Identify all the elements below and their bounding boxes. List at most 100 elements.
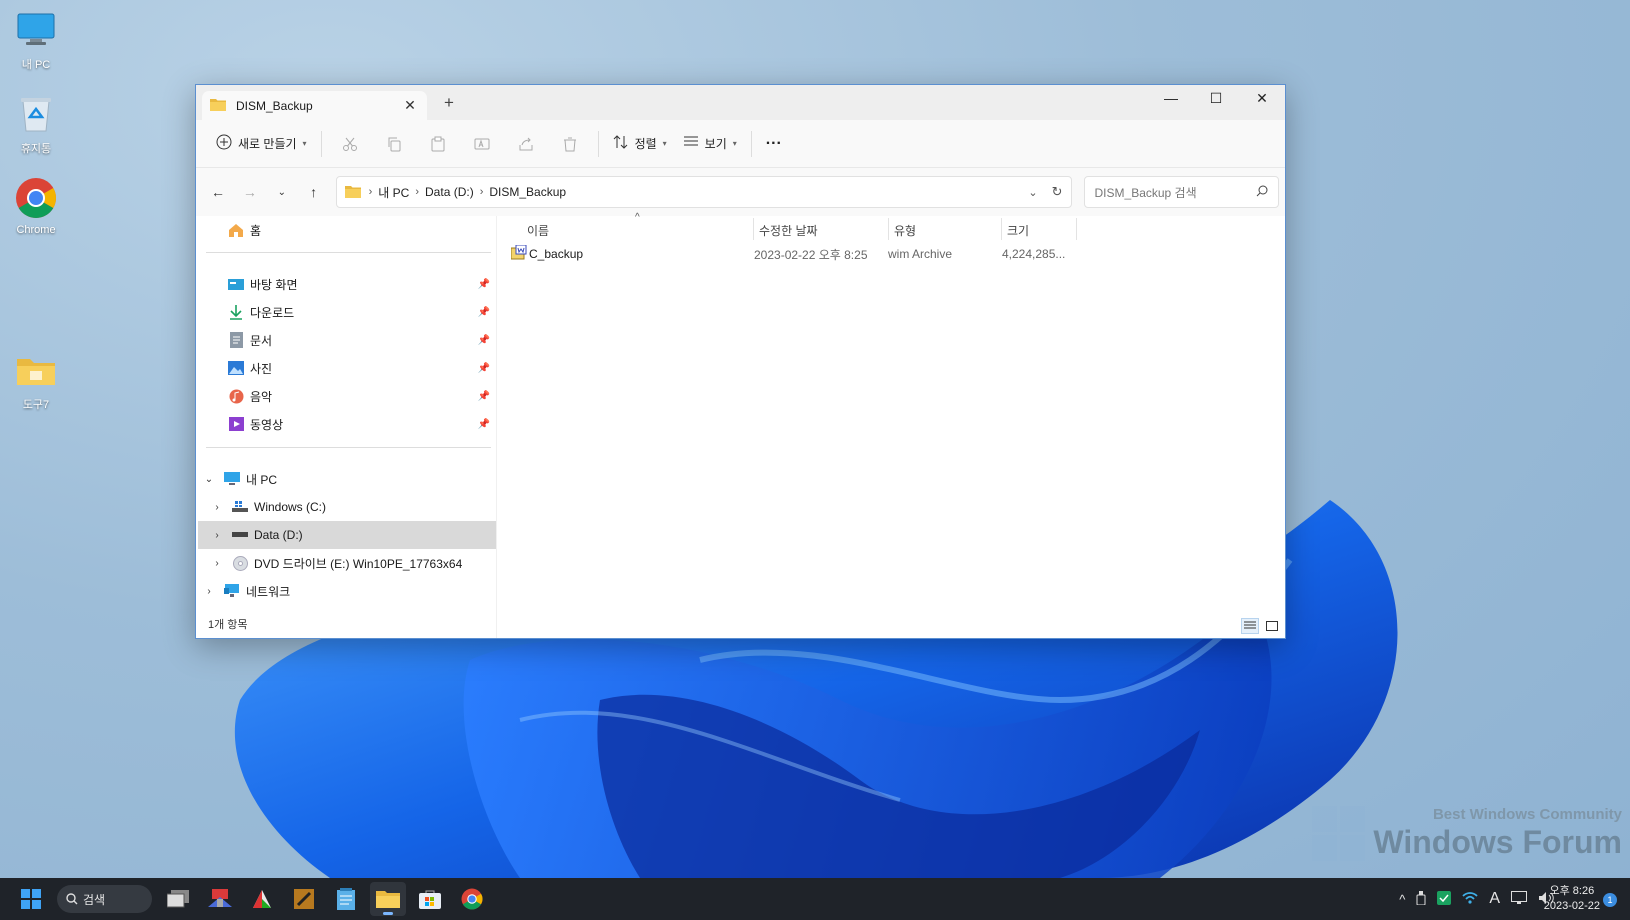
taskbar-app-notepad[interactable] xyxy=(328,882,364,916)
dvd-icon xyxy=(232,555,248,571)
tab-dism-backup[interactable]: DISM_Backup ✕ xyxy=(202,91,427,120)
refresh-icon[interactable]: ↻ xyxy=(1052,184,1063,200)
desktop-icon-recycle-bin[interactable]: 휴지통 xyxy=(6,92,66,156)
chevron-right-icon[interactable]: › xyxy=(210,558,224,569)
chevron-down-icon: ▾ xyxy=(732,139,737,148)
chevron-up-icon[interactable]: ^ xyxy=(1399,892,1405,907)
new-tab-button[interactable]: + xyxy=(444,93,454,113)
notification-badge[interactable]: 1 xyxy=(1603,893,1617,907)
documents-icon xyxy=(228,332,244,348)
sidebar-item-pictures[interactable]: 사진 📌 xyxy=(196,354,496,382)
cut-icon[interactable] xyxy=(335,128,365,160)
column-divider[interactable] xyxy=(1076,218,1077,240)
taskbar-search-label: 검색 xyxy=(83,892,106,907)
breadcrumb-separator[interactable]: › xyxy=(369,186,373,198)
forward-button[interactable]: → xyxy=(234,178,266,206)
column-header-size[interactable]: 크기 xyxy=(1007,216,1029,244)
chevron-down-icon: ▾ xyxy=(302,139,307,148)
taskbar-app-tool2[interactable] xyxy=(244,882,280,916)
search-box[interactable]: DISM_Backup 검색 xyxy=(1083,176,1279,208)
desktop-icon-tools-folder[interactable]: 도구7 xyxy=(6,348,66,412)
details-view-button[interactable] xyxy=(1241,618,1259,634)
column-divider[interactable] xyxy=(888,218,889,240)
copy-icon[interactable] xyxy=(379,128,409,160)
sidebar-item-downloads[interactable]: 다운로드 📌 xyxy=(196,298,496,326)
sidebar-item-this-pc[interactable]: ⌄ 내 PC xyxy=(196,465,496,493)
sidebar-item-data-d[interactable]: › Data (D:) xyxy=(198,521,497,549)
column-divider[interactable] xyxy=(753,218,754,240)
column-divider[interactable] xyxy=(1001,218,1002,240)
sidebar-item-videos[interactable]: 동영상 📌 xyxy=(196,410,496,438)
chevron-right-icon[interactable]: › xyxy=(210,530,224,541)
status-bar-count: 1개 항목 xyxy=(208,619,248,631)
security-shield-icon[interactable] xyxy=(1437,890,1452,908)
share-icon[interactable] xyxy=(511,128,541,160)
breadcrumb-separator[interactable]: › xyxy=(415,186,419,198)
taskbar-app-tool1[interactable] xyxy=(202,882,238,916)
breadcrumb-separator[interactable]: › xyxy=(480,186,484,198)
breadcrumb-data-drive[interactable]: Data (D:) xyxy=(425,185,474,199)
desktop-icon-chrome[interactable]: Chrome xyxy=(6,176,66,236)
usb-icon[interactable] xyxy=(1416,890,1426,908)
pin-icon[interactable]: 📌 xyxy=(478,335,490,346)
desktop-icon-label: 도구7 xyxy=(22,399,50,411)
taskbar-search[interactable]: 검색 xyxy=(57,885,152,913)
pin-icon[interactable]: 📌 xyxy=(478,419,490,430)
taskbar-app-store[interactable] xyxy=(412,882,448,916)
rename-icon[interactable] xyxy=(467,128,497,160)
pin-icon[interactable]: 📌 xyxy=(478,363,490,374)
sidebar-item-documents[interactable]: 문서 📌 xyxy=(196,326,496,354)
maximize-button[interactable]: ☐ xyxy=(1193,85,1239,111)
recent-locations-button[interactable]: ⌄ xyxy=(266,178,298,206)
file-row[interactable]: C_backup 2023-02-22 오후 8:25 wim Archive … xyxy=(510,242,1089,266)
title-bar[interactable]: DISM_Backup ✕ + — ☐ ✕ xyxy=(196,85,1285,120)
chevron-right-icon[interactable]: › xyxy=(202,586,216,597)
breadcrumb-dism-backup[interactable]: DISM_Backup xyxy=(489,185,566,199)
monitor-icon xyxy=(224,471,240,487)
windows-drive-icon xyxy=(232,499,248,515)
paste-icon[interactable] xyxy=(423,128,453,160)
desktop-icon-this-pc[interactable]: 내 PC xyxy=(6,8,66,72)
column-header-type[interactable]: 유형 xyxy=(894,216,916,244)
tab-close-button[interactable]: ✕ xyxy=(401,97,419,114)
taskbar-app-tool3[interactable] xyxy=(286,882,322,916)
chevron-down-icon[interactable]: ⌄ xyxy=(202,474,216,485)
task-view-button[interactable] xyxy=(160,882,196,916)
sidebar-item-music[interactable]: 음악 📌 xyxy=(196,382,496,410)
file-name: C_backup xyxy=(529,247,584,261)
close-button[interactable]: ✕ xyxy=(1239,85,1285,111)
sidebar-item-network[interactable]: › 네트워크 xyxy=(196,577,496,605)
chevron-right-icon[interactable]: › xyxy=(210,502,224,513)
breadcrumb-this-pc[interactable]: 내 PC xyxy=(378,184,409,201)
sidebar-item-home[interactable]: 홈 xyxy=(196,216,496,244)
column-header-modified[interactable]: 수정한 날짜 xyxy=(759,216,818,244)
partition-app-icon xyxy=(253,890,271,908)
taskbar-clock[interactable]: 오후 8:26 2023-02-22 xyxy=(1544,884,1600,914)
sidebar-item-desktop[interactable]: 바탕 화면 📌 xyxy=(196,270,496,298)
sidebar-item-dvd-e[interactable]: › DVD 드라이브 (E:) Win10PE_17763x64 xyxy=(196,549,496,577)
pin-icon[interactable]: 📌 xyxy=(478,307,490,318)
display-icon[interactable] xyxy=(1511,890,1527,908)
more-options-button[interactable]: ··· xyxy=(758,128,790,160)
minimize-button[interactable]: — xyxy=(1148,85,1194,111)
pin-icon[interactable]: 📌 xyxy=(478,279,490,290)
windows-logo-icon xyxy=(21,889,41,909)
new-item-button[interactable]: 새로 만들기 ▾ xyxy=(208,128,315,160)
taskbar-app-file-explorer[interactable] xyxy=(370,882,406,916)
column-header-name[interactable]: 이름 xyxy=(527,216,549,244)
taskbar-app-chrome[interactable] xyxy=(454,882,490,916)
up-button[interactable]: ↑ xyxy=(298,178,330,206)
start-button[interactable] xyxy=(13,882,49,916)
sort-button[interactable]: 정렬 ▾ xyxy=(605,128,675,160)
sidebar-item-label: 동영상 xyxy=(250,417,284,432)
large-icons-view-button[interactable] xyxy=(1263,618,1281,634)
network-status-icon[interactable] xyxy=(1462,891,1478,908)
delete-icon[interactable] xyxy=(555,128,585,160)
input-method-indicator[interactable]: A xyxy=(1489,890,1500,908)
sidebar-item-windows-c[interactable]: › Windows (C:) xyxy=(196,493,496,521)
view-button[interactable]: 보기 ▾ xyxy=(675,128,745,160)
address-dropdown-icon[interactable]: ⌄ xyxy=(1028,186,1037,199)
back-button[interactable]: ← xyxy=(202,178,234,206)
address-bar[interactable]: › 내 PC › Data (D:) › DISM_Backup ⌄ ↻ xyxy=(335,176,1072,208)
pin-icon[interactable]: 📌 xyxy=(478,391,490,402)
